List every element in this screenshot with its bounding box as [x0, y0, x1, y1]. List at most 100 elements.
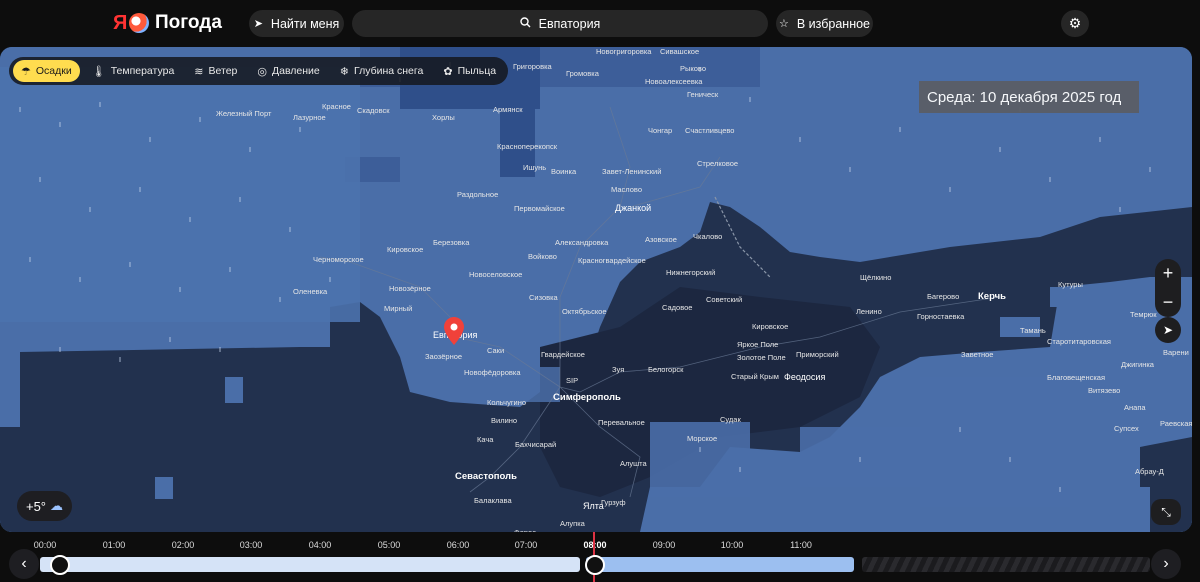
pollen-icon: ✿ — [443, 65, 453, 78]
place-label: Лазурное — [293, 113, 326, 122]
timeline-forecast-track[interactable] — [586, 557, 854, 572]
place-label: Кировское — [387, 245, 424, 254]
location-arrow-icon: ➤ — [253, 18, 263, 30]
place-label: Севастополь — [455, 471, 517, 482]
find-me-label: Найти меня — [270, 16, 340, 31]
add-favorite-button[interactable]: ☆ В избранное — [776, 10, 873, 37]
place-label: Мирный — [384, 304, 413, 313]
place-label: Сивашское — [660, 47, 700, 56]
search-icon — [519, 16, 531, 31]
navigation-arrow-icon: ➤ — [1162, 323, 1174, 337]
collapse-map-button[interactable]: ⤡ — [1151, 499, 1181, 525]
place-label: Громовка — [566, 69, 599, 78]
place-label: Геническ — [687, 90, 719, 99]
hour-label[interactable]: 11:00 — [790, 540, 812, 550]
place-label: Гурзуф — [601, 498, 626, 507]
weather-logo-icon — [129, 13, 149, 33]
layer-switcher: ☂ Осадки 🌡 Температура ≋ Ветер ◎ Давлени… — [9, 57, 509, 85]
find-me-button[interactable]: ➤ Найти меня — [249, 10, 344, 37]
place-label: Масловo — [611, 185, 643, 194]
hour-label[interactable]: 04:00 — [309, 540, 332, 550]
place-label: Саки — [487, 346, 505, 355]
timeline-next-button[interactable]: › — [1151, 549, 1181, 579]
zoom-out-button[interactable]: − — [1163, 292, 1174, 313]
place-label: Белогорск — [648, 365, 684, 374]
zoom-in-button[interactable]: + — [1163, 263, 1174, 284]
place-label: Золотое Поле — [737, 353, 786, 362]
place-label: Александровка — [555, 238, 609, 247]
place-label: Кача — [477, 435, 494, 444]
place-label: Гвардейское — [541, 350, 585, 359]
place-label: Оленевка — [293, 287, 328, 296]
layer-snow-depth[interactable]: ❄ Глубина снега — [332, 60, 432, 82]
layer-precipitation[interactable]: ☂ Осадки — [13, 60, 80, 82]
place-label: Балаклава — [474, 496, 512, 505]
place-label: Новоселовское — [469, 270, 523, 279]
logo[interactable]: Я Погода — [113, 9, 222, 37]
timeline-past-track[interactable] — [40, 557, 580, 572]
place-label: Советский — [706, 295, 743, 304]
zoom-controls: + − — [1155, 259, 1181, 317]
place-label: Скадовск — [357, 106, 390, 115]
hour-label[interactable]: 01:00 — [103, 540, 126, 550]
layer-temperature[interactable]: 🌡 Температура — [84, 60, 183, 82]
place-label: Старотитаровская — [1047, 337, 1111, 346]
place-label: Анапа — [1124, 403, 1146, 412]
brand-name: Погода — [155, 12, 222, 33]
timeline-current-knob[interactable] — [585, 555, 605, 575]
search-input[interactable]: Евпатория — [352, 10, 768, 37]
place-label: Новофёдоровка — [464, 368, 521, 377]
hour-label[interactable]: 00:00 — [34, 540, 57, 550]
layer-label: Пыльца — [457, 65, 497, 77]
locate-button[interactable]: ➤ — [1155, 317, 1181, 343]
place-label: Первомайское — [514, 204, 565, 213]
place-label: Новоалексеевка — [645, 77, 703, 86]
layer-pressure[interactable]: ◎ Давление — [249, 60, 327, 82]
place-label: Красногвардейское — [578, 256, 646, 265]
place-label: Черноморское — [313, 255, 364, 264]
place-label: Хорлы — [432, 113, 455, 122]
place-label: Стрелковое — [697, 159, 739, 168]
hour-label[interactable]: 05:00 — [378, 540, 401, 550]
top-bar: Я Погода ➤ Найти меня Евпатория ☆ В избр… — [0, 0, 1200, 47]
place-label: Джигинка — [1121, 360, 1154, 369]
place-label: Супсех — [1114, 424, 1139, 433]
place-label: Счастливцево — [685, 126, 735, 135]
timeline-start-knob[interactable] — [50, 555, 70, 575]
place-label: Старый Крым — [731, 372, 779, 381]
hour-label[interactable]: 09:00 — [653, 540, 676, 550]
precipitation-map[interactable]: Новогригоровка Сивашское Григоровка Громовк… — [0, 47, 1192, 532]
place-label: Феодосия — [784, 372, 826, 382]
hour-label[interactable]: 06:00 — [447, 540, 470, 550]
place-label: Морское — [687, 434, 718, 443]
layer-pollen[interactable]: ✿ Пыльца — [435, 60, 504, 82]
map-canvas — [0, 47, 1192, 532]
settings-button[interactable]: ⚙ — [1061, 10, 1089, 37]
place-label: Симферополь — [553, 392, 621, 403]
temperature-badge[interactable]: +5° ☁ — [17, 491, 72, 521]
hour-label[interactable]: 02:00 — [172, 540, 195, 550]
favorite-label: В избранное — [796, 16, 871, 31]
collapse-icon: ⤡ — [1161, 504, 1171, 519]
timeline-unavailable-track — [862, 557, 1150, 572]
place-label: Ишунь — [523, 163, 547, 172]
place-label: Яркое Поле — [737, 340, 779, 349]
layer-label: Давление — [272, 65, 320, 77]
place-label: Приморский — [796, 350, 839, 359]
timeline-prev-button[interactable]: ‹ — [9, 549, 39, 579]
timeline: 00:00 01:00 02:00 03:00 04:00 05:00 06:0… — [0, 532, 1200, 582]
place-label: Садовое — [662, 303, 693, 312]
place-label: Абрау-Д — [1135, 467, 1164, 476]
hour-label[interactable]: 10:00 — [721, 540, 744, 550]
place-label: Витязево — [1088, 386, 1121, 395]
place-label: Кольчугино — [487, 398, 527, 407]
hour-label-current[interactable]: 08:00 — [583, 540, 606, 550]
location-pin-icon[interactable] — [444, 317, 464, 347]
place-label: Нижнегорский — [666, 268, 716, 277]
layer-wind[interactable]: ≋ Ветер — [186, 60, 245, 82]
hour-label[interactable]: 03:00 — [240, 540, 263, 550]
place-label: Воинка — [551, 167, 577, 176]
hour-label[interactable]: 07:00 — [515, 540, 538, 550]
place-label: Раздольное — [457, 190, 499, 199]
layer-label: Осадки — [35, 65, 72, 77]
